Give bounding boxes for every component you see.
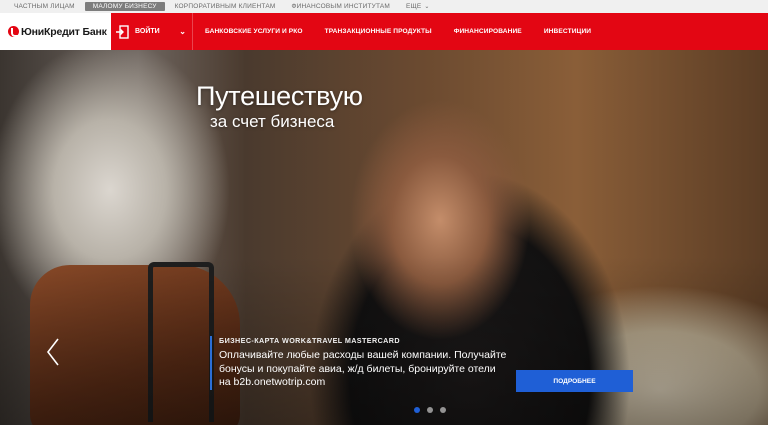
chevron-down-icon: ⌄: [179, 27, 186, 36]
slide-dot[interactable]: [427, 407, 433, 413]
hero-subtitle: за счет бизнеса: [210, 112, 335, 131]
nav-investments[interactable]: Инвестиции: [532, 28, 601, 35]
slider-dots: [414, 407, 446, 413]
segment-more-label: Еще: [406, 3, 422, 10]
promo-block: БИЗНЕС-КАРТА WORK&TRAVEL MASTERCARD Опла…: [210, 336, 510, 390]
promo-text: Оплачивайте любые расходы вашей компании…: [219, 349, 507, 388]
login-label: ВОЙТИ: [135, 28, 160, 35]
slide-dot[interactable]: [414, 407, 420, 413]
logo-text: ЮниКредит Банк: [21, 25, 107, 38]
nav-financing[interactable]: Финансирование: [442, 28, 532, 35]
nav-transaction-products[interactable]: Транзакционные продукты: [313, 28, 442, 35]
segment-bar: Частным лицам Малому бизнесу Корпоративн…: [0, 0, 768, 13]
segment-private[interactable]: Частным лицам: [0, 0, 83, 13]
hero-banner: Путешествую за счет бизнеса БИЗНЕС-КАРТА…: [0, 50, 768, 425]
slide-dot[interactable]: [440, 407, 446, 413]
bank-logo-icon: [8, 26, 19, 37]
more-button[interactable]: ПОДРОБНЕЕ: [516, 370, 633, 392]
main-header: ЮниКредит Банк ВОЙТИ ⌄ Банковские услуги…: [0, 13, 768, 50]
login-icon: [116, 24, 129, 39]
prev-slide-arrow-icon[interactable]: [44, 337, 62, 367]
main-nav: Банковские услуги и РКО Транзакционные п…: [193, 13, 601, 50]
logo[interactable]: ЮниКредит Банк: [0, 13, 111, 50]
segment-more[interactable]: Еще ⌄: [398, 0, 438, 13]
nav-banking-services[interactable]: Банковские услуги и РКО: [193, 28, 313, 35]
segment-corporate[interactable]: Корпоративным клиентам: [167, 0, 284, 13]
hero-title: Путешествую: [196, 81, 363, 111]
login-button[interactable]: ВОЙТИ ⌄: [111, 13, 193, 50]
segment-financial-institutions[interactable]: Финансовым институтам: [284, 0, 399, 13]
segment-small-business[interactable]: Малому бизнесу: [84, 2, 165, 11]
promo-kicker: БИЗНЕС-КАРТА WORK&TRAVEL MASTERCARD: [219, 336, 400, 345]
